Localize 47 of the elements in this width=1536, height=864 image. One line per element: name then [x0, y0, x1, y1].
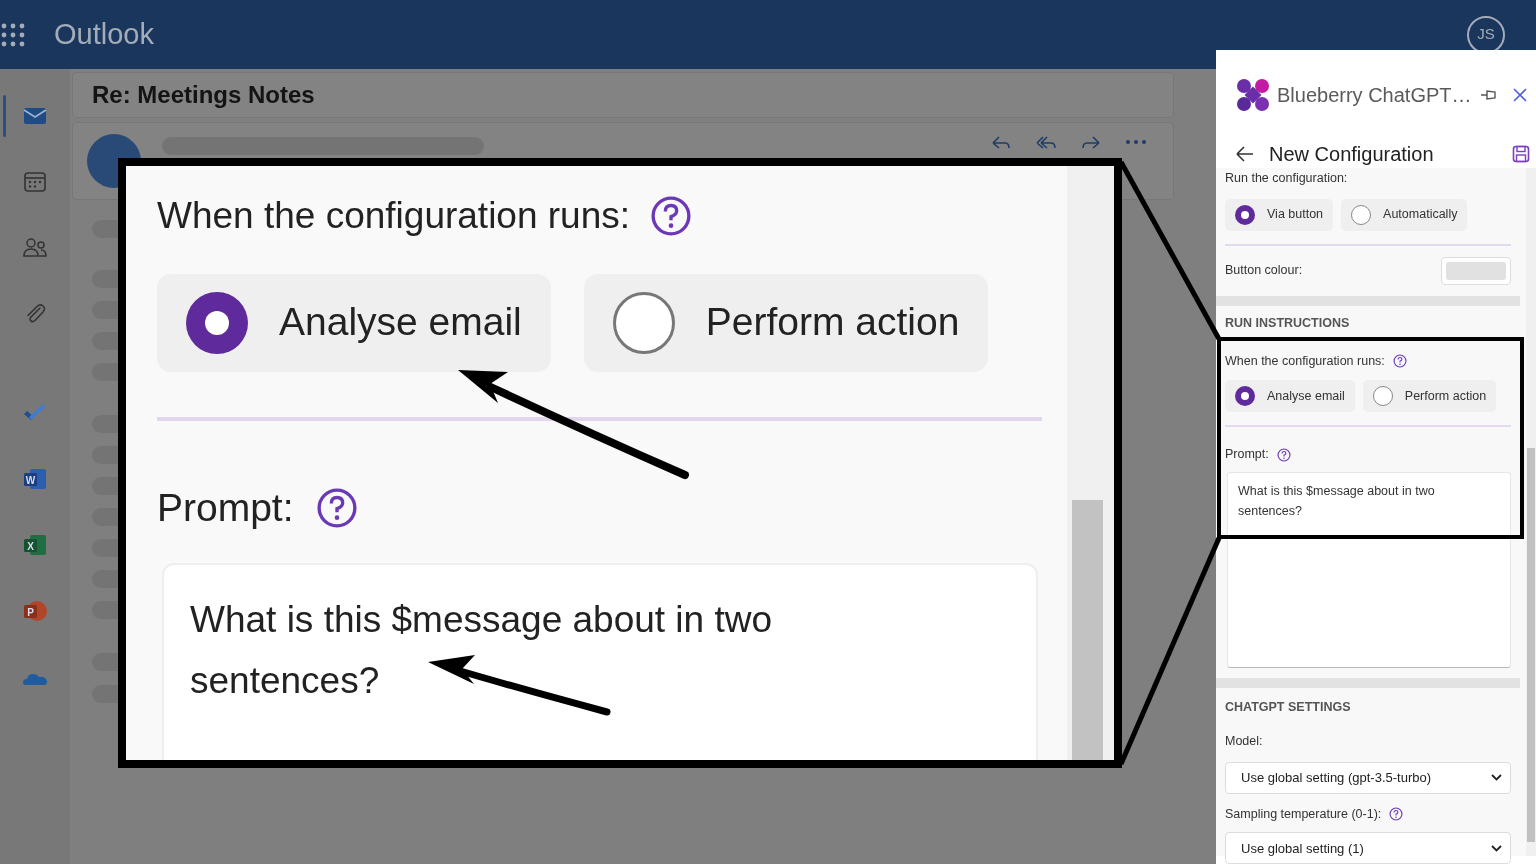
field-label: Prompt: — [157, 484, 294, 531]
radio-option[interactable]: Perform action — [583, 273, 989, 372]
back-arrow-icon[interactable] — [1236, 146, 1254, 162]
blueberry-logo-icon — [1236, 78, 1270, 112]
field-label: Button colour: — [1225, 262, 1303, 280]
dropdown-select[interactable]: Use global setting (gpt-3.5-turbo) — [1225, 761, 1512, 794]
radio-option[interactable]: Perform action — [1362, 380, 1497, 413]
section-heading: CHATGPT SETTINGS — [1225, 699, 1352, 716]
help-icon[interactable] — [650, 194, 693, 237]
message-subject: Re: Meetings Notes — [72, 72, 1174, 118]
radio-option[interactable]: Analyse email — [1225, 380, 1355, 413]
field-label: When the configuration runs: — [1225, 352, 1385, 370]
radio-button[interactable] — [1235, 386, 1255, 407]
field-label: Run the configuration: — [1225, 170, 1349, 187]
save-icon[interactable] — [1512, 145, 1530, 163]
section-heading: RUN INSTRUCTIONS — [1225, 314, 1351, 332]
prompt-text-area[interactable]: What is this $message about in two sentences? — [1227, 472, 1512, 668]
field-label: Prompt: — [1225, 446, 1269, 464]
help-icon[interactable] — [1276, 447, 1291, 462]
close-icon[interactable] — [1512, 88, 1527, 102]
reply-all-icon[interactable] — [1035, 133, 1057, 151]
app-launcher-icon[interactable] — [0, 21, 26, 48]
dropdown-select[interactable]: Use global setting (1) — [1225, 832, 1512, 864]
configuration-heading: New Configuration — [1269, 142, 1434, 167]
help-icon[interactable] — [1389, 806, 1404, 821]
add-in-title: Blueberry ChatGPT… — [1277, 83, 1472, 108]
pin-icon[interactable] — [1479, 88, 1498, 102]
scrollbar-thumb[interactable] — [1072, 500, 1103, 760]
app-title: Outlook — [54, 16, 154, 52]
help-icon[interactable] — [315, 486, 358, 529]
radio-option[interactable]: Automatically — [1341, 198, 1468, 231]
forward-icon[interactable] — [1081, 133, 1101, 151]
help-icon[interactable] — [1392, 353, 1407, 368]
radio-option[interactable]: Analyse email — [157, 273, 551, 372]
field-label: Sampling temperature (0-1): — [1225, 805, 1382, 823]
radio-button[interactable] — [1235, 204, 1255, 225]
field-label: Model: — [1225, 732, 1263, 750]
prompt-text-area[interactable]: What is this $message about in two sentences? — [162, 563, 1038, 760]
more-options-icon[interactable] — [1125, 139, 1147, 145]
field-label: When the configuration runs: — [157, 194, 631, 238]
radio-button[interactable] — [1351, 204, 1372, 225]
radio-button[interactable] — [1372, 386, 1393, 407]
chevron-down-icon — [1491, 774, 1503, 781]
chevron-down-icon — [1491, 844, 1503, 852]
radio-option[interactable]: Via button — [1225, 198, 1334, 231]
scrollbar-thumb[interactable] — [1527, 448, 1535, 842]
reply-icon[interactable] — [991, 133, 1011, 151]
